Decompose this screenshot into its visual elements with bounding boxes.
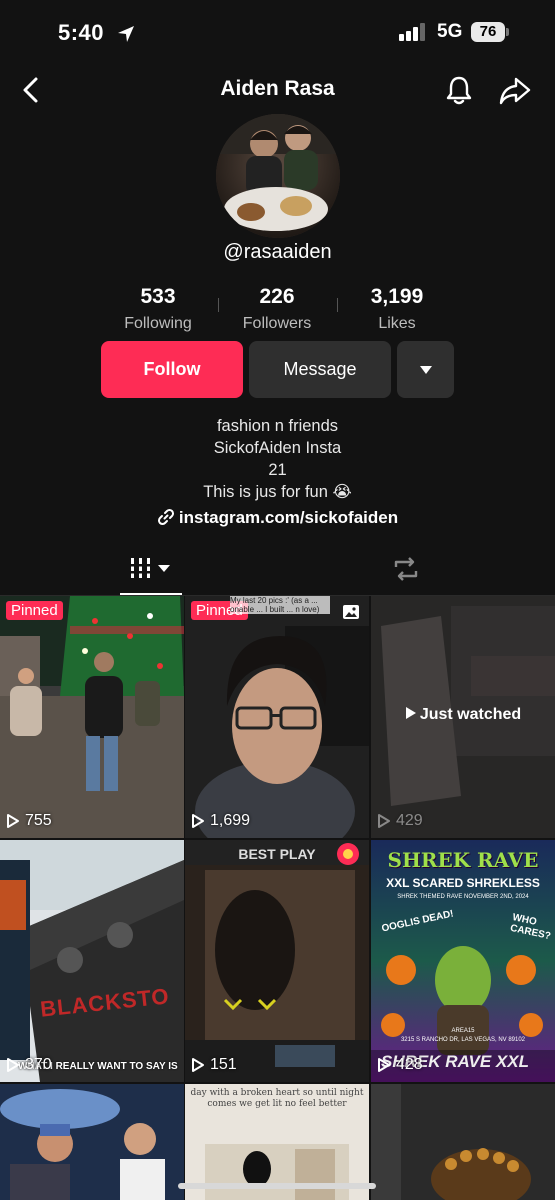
share-icon[interactable] (498, 76, 532, 106)
play-icon (7, 814, 19, 828)
location-arrow-icon (118, 26, 134, 42)
photo-icon (343, 605, 359, 619)
video-caption: day with a broken heart so until night c… (190, 1088, 364, 1109)
bio-link[interactable]: instagram.com/sickofaiden (0, 508, 555, 528)
poster-venue: AREA15 (451, 1028, 475, 1034)
bio-line: 21 (268, 461, 287, 479)
view-count: 755 (6, 812, 52, 830)
view-count: 429 (377, 812, 423, 830)
thumbnail-image (185, 840, 369, 1082)
video-thumbnail[interactable]: BLACKSTO WHAT I REALLY WANT TO SAY IS 37… (0, 840, 184, 1082)
view-count-value: 429 (396, 812, 423, 829)
thumbnail-image (185, 596, 369, 838)
view-count: 151 (191, 1056, 237, 1074)
network-type: 5G (437, 21, 463, 42)
bio-link-text: instagram.com/sickofaiden (178, 508, 399, 527)
bio-line: SickofAiden Insta (213, 439, 342, 457)
avatar-photo (216, 114, 340, 238)
profile-handle: @rasaaiden (223, 241, 332, 263)
stat-followers[interactable]: 226 Followers (207, 285, 347, 333)
poster-subtitle: XXL SCARED SHREKLESS (386, 876, 540, 890)
play-icon (192, 1058, 204, 1072)
reposts-tab-icon[interactable] (391, 555, 421, 583)
pinned-badge: Pinned (6, 601, 63, 620)
view-count: 428 (377, 1056, 423, 1074)
view-count-value: 755 (25, 812, 52, 829)
stat-likes[interactable]: 3,199 Likes (327, 285, 467, 333)
video-thumbnail[interactable] (0, 1084, 184, 1200)
video-thumbnail[interactable] (371, 1084, 555, 1200)
suggested-dropdown-button[interactable] (397, 341, 454, 398)
tab-videos[interactable] (130, 557, 174, 586)
video-thumbnail[interactable]: Pinned My last 20 pics :' (as a ... onab… (185, 596, 369, 838)
status-time: 5:40 (58, 20, 105, 45)
view-count: 1,699 (191, 812, 250, 830)
video-thumbnail[interactable]: Pinned 755 (0, 596, 184, 838)
play-icon (378, 1058, 390, 1072)
thumbnail-image (371, 1084, 555, 1200)
just-watched-overlay: Just watched (371, 706, 555, 724)
bio-line: fashion n friends (216, 417, 339, 435)
bell-icon[interactable] (444, 74, 474, 106)
view-count-value: 151 (210, 1056, 237, 1073)
play-icon (192, 814, 204, 828)
play-icon (378, 814, 390, 828)
video-thumbnail[interactable]: Just watched 429 (371, 596, 555, 838)
follow-button[interactable]: Follow (101, 341, 243, 398)
video-thumbnail[interactable]: SHREK RAVE XXL SCARED SHREKLESS SHREK TH… (371, 840, 555, 1082)
bio-line: This is jus for fun 😭 (203, 483, 352, 501)
profile-tabs (0, 545, 555, 596)
signal-icon (399, 23, 425, 41)
videos-grid-icon (131, 558, 170, 578)
home-indicator (178, 1183, 376, 1189)
view-count-value: 428 (396, 1056, 423, 1073)
video-caption: BEST PLAY (238, 846, 316, 862)
status-bar: 5:40 5G 76 (0, 0, 555, 66)
view-count-value: 370 (25, 1056, 52, 1073)
tab-active-indicator (120, 593, 182, 595)
view-count: 370 (6, 1056, 52, 1074)
play-icon (7, 1058, 19, 1072)
message-button[interactable]: Message (249, 341, 391, 398)
avatar[interactable] (216, 114, 340, 238)
followers-count: 226 (259, 285, 295, 308)
view-count-value: 1,699 (210, 812, 251, 829)
followers-label: Followers (242, 315, 312, 332)
poster-title: SHREK RAVE (387, 848, 539, 872)
thumbnail-image (0, 1084, 184, 1200)
video-grid: Pinned 755 Pinned My last 20 pics :' (as… (0, 596, 555, 1200)
thumbnail-image (0, 596, 184, 838)
play-icon (405, 707, 416, 719)
poster-date-line: SHREK THEMED RAVE NOVEMBER 2ND, 2024 (397, 894, 529, 900)
video-thumbnail[interactable]: BEST PLAY 151 (185, 840, 369, 1082)
link-icon (157, 508, 174, 526)
bio: fashion n friends SickofAiden Insta 21 T… (0, 415, 555, 503)
poster-address: 3215 S RANCHO DR, LAS VEGAS, NV 89102 (400, 1037, 526, 1043)
caret-down-icon (419, 365, 432, 374)
likes-count: 3,199 (370, 285, 424, 308)
likes-label: Likes (378, 315, 416, 332)
just-watched-label: Just watched (419, 706, 522, 723)
video-caption: My last 20 pics :' (as a ... onable ... … (230, 596, 330, 614)
battery-icon: 76 (471, 22, 505, 42)
battery-tip (506, 28, 509, 36)
thumbnail-image (0, 840, 184, 1082)
